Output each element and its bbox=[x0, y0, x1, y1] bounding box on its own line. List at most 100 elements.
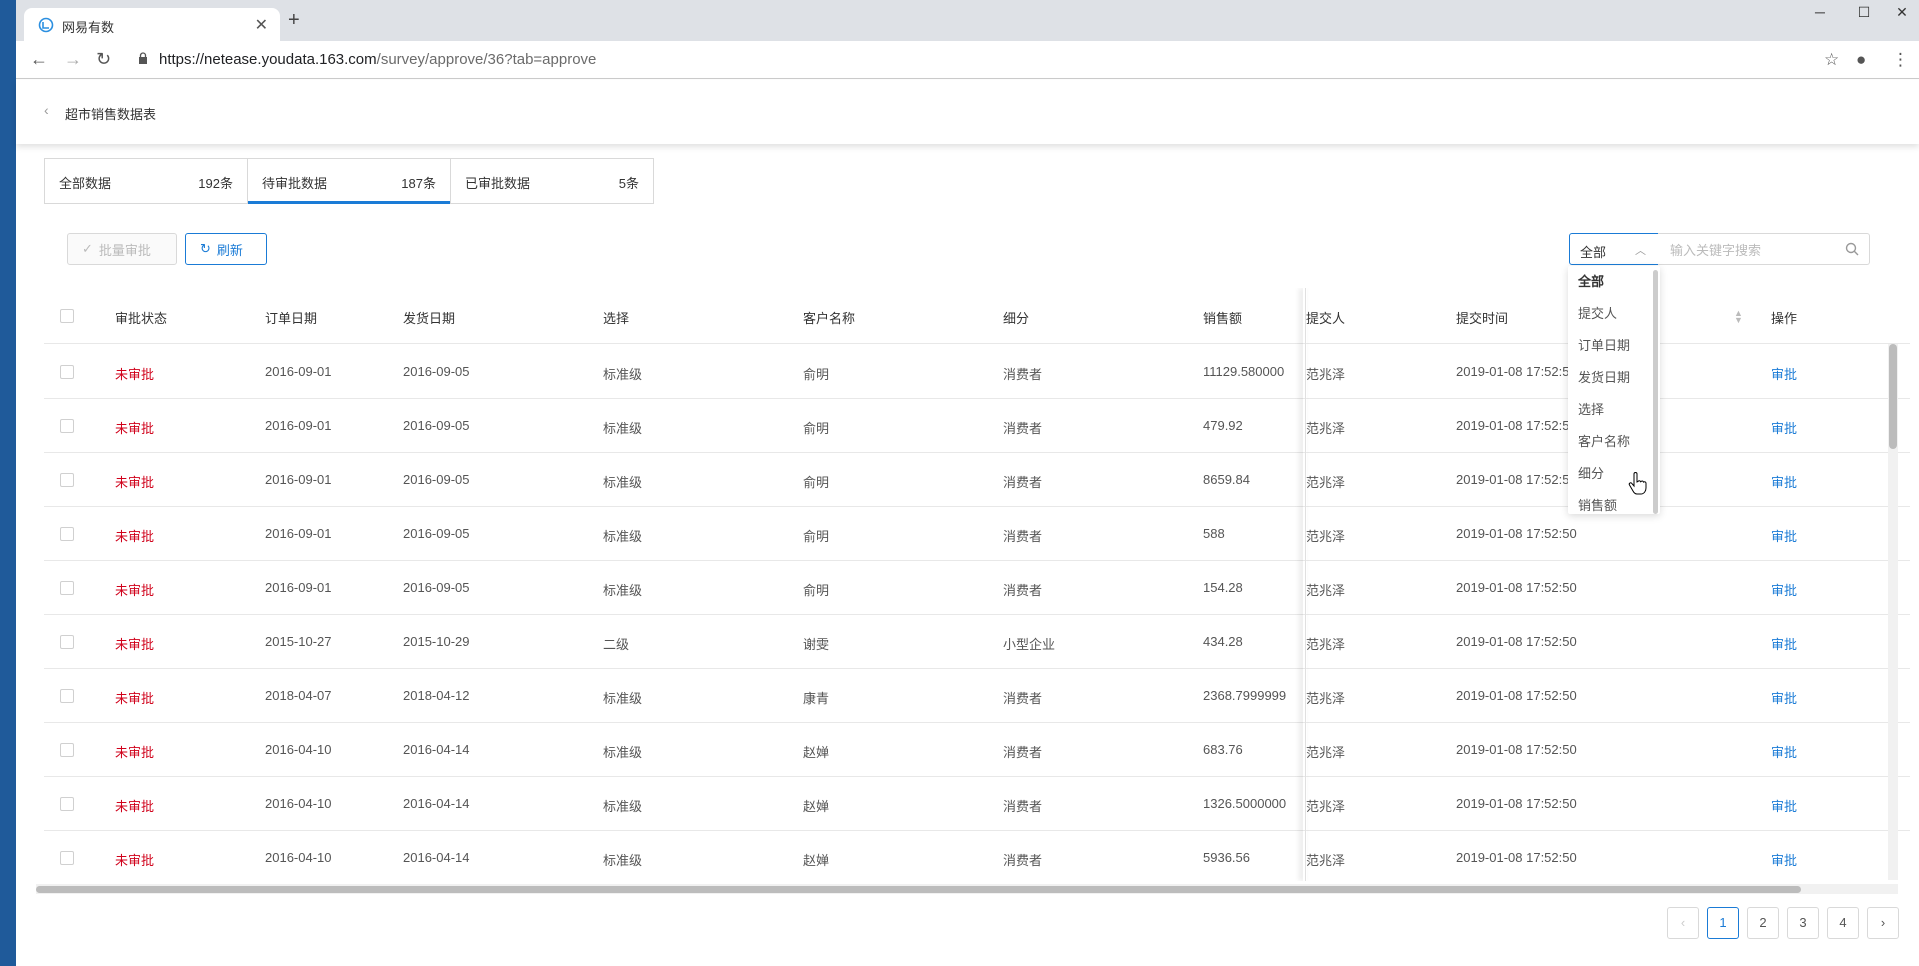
approve-link[interactable]: 审批 bbox=[1771, 580, 1797, 599]
row-checkbox[interactable] bbox=[60, 797, 74, 811]
vertical-scrollbar[interactable] bbox=[1888, 344, 1898, 880]
page-button-1[interactable]: 1 bbox=[1707, 907, 1739, 939]
cell-order-date: 2016-09-01 bbox=[265, 472, 332, 487]
next-page-icon[interactable]: › bbox=[1867, 907, 1899, 939]
dropdown-scrollbar[interactable] bbox=[1653, 270, 1658, 514]
bookmark-star-icon[interactable]: ☆ bbox=[1824, 50, 1839, 70]
cell-submitter: 范兆泽 bbox=[1306, 637, 1346, 652]
profile-avatar-icon[interactable]: ● bbox=[1856, 50, 1866, 70]
page-button-4[interactable]: 4 bbox=[1827, 907, 1859, 939]
search-icon[interactable] bbox=[1845, 242, 1859, 256]
page-button-2[interactable]: 2 bbox=[1747, 907, 1779, 939]
back-arrow-icon[interactable]: ← bbox=[30, 50, 48, 68]
cell-customer: 俞明 bbox=[803, 529, 830, 544]
cell-ship-date: 2016-09-05 bbox=[403, 364, 470, 379]
cell-segment: 小型企业 bbox=[1003, 637, 1056, 652]
row-checkbox[interactable] bbox=[60, 365, 74, 379]
cell-ship-date: 2016-09-05 bbox=[403, 418, 470, 433]
search-input[interactable] bbox=[1670, 240, 1830, 260]
row-checkbox[interactable] bbox=[60, 635, 74, 649]
dropdown-option-choice[interactable]: 选择 bbox=[1568, 394, 1650, 426]
approve-link[interactable]: 审批 bbox=[1771, 688, 1797, 707]
tab-count: 192条 bbox=[198, 176, 233, 191]
cell-submit-time: 2019-01-08 17:52:50 bbox=[1456, 418, 1577, 433]
row-checkbox[interactable] bbox=[60, 689, 74, 703]
approve-link[interactable]: 审批 bbox=[1771, 742, 1797, 761]
table-row: 未审批 2015-10-27 2015-10-29 二级 谢雯 小型企业 434.28 范兆泽… bbox=[44, 615, 1910, 669]
dropdown-option-customer[interactable]: 客户名称 bbox=[1568, 426, 1650, 458]
new-tab-icon[interactable]: + bbox=[288, 10, 300, 30]
row-checkbox[interactable] bbox=[60, 527, 74, 541]
window-close-icon[interactable]: ✕ bbox=[1882, 4, 1919, 21]
table-row: 未审批 2016-04-10 2016-04-14 标准级 赵婵 消费者 5936.56 范兆… bbox=[44, 831, 1910, 881]
reload-icon[interactable]: ↻ bbox=[96, 50, 111, 68]
approve-link[interactable]: 审批 bbox=[1771, 472, 1797, 491]
approve-link[interactable]: 审批 bbox=[1771, 634, 1797, 653]
cell-ship-date: 2016-04-14 bbox=[403, 796, 470, 811]
browser-tab[interactable]: 网易有数 ✕ bbox=[24, 8, 280, 41]
approve-link[interactable]: 审批 bbox=[1771, 526, 1797, 545]
cell-customer: 谢雯 bbox=[803, 637, 830, 652]
dropdown-option-ship-date[interactable]: 发货日期 bbox=[1568, 362, 1650, 394]
maximize-icon[interactable]: ☐ bbox=[1844, 4, 1884, 21]
table-row: 未审批 2016-09-01 2016-09-05 标准级 俞明 消费者 588 范兆泽 201… bbox=[44, 507, 1910, 561]
horizontal-scrollbar[interactable] bbox=[36, 884, 1898, 894]
page-button-3[interactable]: 3 bbox=[1787, 907, 1819, 939]
tab-approved-data[interactable]: 已审批数据 5条 bbox=[451, 159, 653, 203]
row-checkbox[interactable] bbox=[60, 743, 74, 757]
cell-segment: 消费者 bbox=[1003, 799, 1043, 814]
vertical-scroll-thumb[interactable] bbox=[1889, 344, 1897, 449]
cell-choice: 标准级 bbox=[603, 475, 643, 490]
tab-label: 全部数据 bbox=[59, 176, 112, 191]
cell-status: 未审批 bbox=[115, 691, 155, 706]
cell-ship-date: 2016-09-05 bbox=[403, 580, 470, 595]
cell-status: 未审批 bbox=[115, 637, 155, 652]
row-checkbox[interactable] bbox=[60, 419, 74, 433]
tab-all-data[interactable]: 全部数据 192条 bbox=[45, 159, 248, 203]
cell-status: 未审批 bbox=[115, 799, 155, 814]
cell-choice: 标准级 bbox=[603, 421, 643, 436]
row-checkbox[interactable] bbox=[60, 851, 74, 865]
cell-submit-time: 2019-01-08 17:52:50 bbox=[1456, 580, 1577, 595]
cell-customer: 康青 bbox=[803, 691, 830, 706]
minimize-icon[interactable]: ─ bbox=[1800, 4, 1840, 20]
horizontal-scroll-thumb[interactable] bbox=[36, 886, 1801, 893]
cell-sales: 434.28 bbox=[1203, 634, 1243, 649]
page-header: ‹ 超市销售数据表 bbox=[16, 80, 1919, 144]
dropdown-option-submitter[interactable]: 提交人 bbox=[1568, 298, 1650, 330]
desktop-edge bbox=[0, 0, 16, 966]
cell-submitter: 范兆泽 bbox=[1306, 853, 1346, 868]
address-bar[interactable]: https://netease.youdata.163.com/survey/a… bbox=[159, 51, 596, 68]
prev-page-icon[interactable]: ‹ bbox=[1667, 907, 1699, 939]
row-checkbox[interactable] bbox=[60, 473, 74, 487]
forward-arrow-icon[interactable]: → bbox=[64, 50, 82, 68]
data-filter-tabs: 全部数据 192条 待审批数据 187条 已审批数据 5条 bbox=[44, 158, 654, 204]
cell-choice: 标准级 bbox=[603, 529, 643, 544]
tab-close-icon[interactable]: ✕ bbox=[255, 15, 268, 35]
cell-submitter: 范兆泽 bbox=[1306, 421, 1346, 436]
approve-link[interactable]: 审批 bbox=[1771, 364, 1797, 383]
approve-link[interactable]: 审批 bbox=[1771, 418, 1797, 437]
cell-customer: 俞明 bbox=[803, 367, 830, 382]
breadcrumb[interactable]: 超市销售数据表 bbox=[65, 104, 156, 123]
refresh-button[interactable]: ↻ 刷新 bbox=[185, 233, 267, 265]
approve-link[interactable]: 审批 bbox=[1771, 796, 1797, 815]
cell-ship-date: 2016-04-14 bbox=[403, 742, 470, 757]
field-filter-select[interactable]: 全部 ︿ bbox=[1569, 233, 1659, 265]
dropdown-option-order-date[interactable]: 订单日期 bbox=[1568, 330, 1650, 362]
batch-approve-button[interactable]: ✓ 批量审批 bbox=[67, 233, 177, 265]
sort-icon[interactable]: ▲ ▼ bbox=[1734, 309, 1743, 325]
cell-order-date: 2016-09-01 bbox=[265, 580, 332, 595]
dropdown-option-all[interactable]: 全部 bbox=[1568, 266, 1650, 298]
approve-link[interactable]: 审批 bbox=[1771, 850, 1797, 869]
tab-pending-data[interactable]: 待审批数据 187条 bbox=[248, 159, 451, 204]
browser-menu-icon[interactable]: ⋮ bbox=[1892, 50, 1909, 70]
cell-order-date: 2018-04-07 bbox=[265, 688, 332, 703]
select-all-checkbox[interactable] bbox=[60, 309, 74, 323]
back-chevron-icon[interactable]: ‹ bbox=[44, 102, 49, 118]
cell-sales: 5936.56 bbox=[1203, 850, 1250, 865]
check-icon: ✓ bbox=[82, 241, 93, 256]
cell-customer: 赵婵 bbox=[803, 853, 830, 868]
row-checkbox[interactable] bbox=[60, 581, 74, 595]
cell-submit-time: 2019-01-08 17:52:50 bbox=[1456, 796, 1577, 811]
